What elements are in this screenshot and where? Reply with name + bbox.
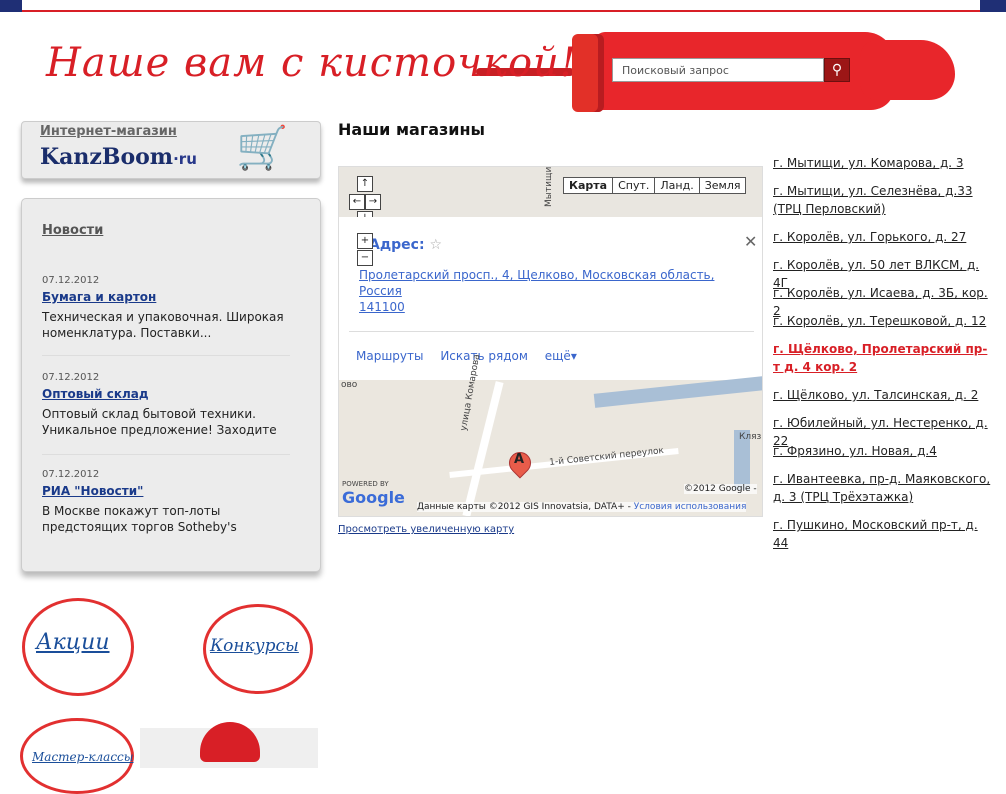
news-date: 07.12.2012: [42, 372, 100, 383]
street-sovetsky-label: 1-й Советский переулок: [548, 446, 665, 468]
news-text: В Москве покажут топ-лоты предстоящих то…: [42, 504, 237, 534]
news-date: 07.12.2012: [42, 469, 100, 480]
river-shape: [593, 376, 762, 408]
map-type-map[interactable]: Карта: [563, 177, 614, 194]
zoom-in-icon[interactable]: +: [357, 233, 373, 249]
store-link[interactable]: г. Мытищи, ул. Селезнёва, д.33 (ТРЦ Перл…: [773, 182, 993, 218]
arrow-up-icon[interactable]: ↑: [357, 176, 373, 192]
info-address-text[interactable]: Пролетарский просп., 4, Щелково, Московс…: [359, 267, 714, 315]
news-text: Техническая и упаковочная. Широкая номен…: [42, 310, 284, 340]
promo-konkursy-link[interactable]: Конкурсы: [210, 636, 299, 656]
map-type-terrain[interactable]: Ланд.: [654, 177, 700, 194]
routes-link[interactable]: Маршруты: [356, 349, 424, 363]
news-date: 07.12.2012: [42, 275, 100, 286]
map-info-window: Адрес: ☆ ✕ Пролетарский просп., 4, Щелко…: [339, 217, 762, 380]
map-marker-label: A: [514, 452, 525, 467]
promo-master-link[interactable]: Мастер-классы: [32, 750, 134, 764]
promo-akcii-link[interactable]: Акции: [36, 630, 110, 655]
map-type-satellite[interactable]: Спут.: [612, 177, 656, 194]
store-link[interactable]: г. Мытищи, ул. Комарова, д. 3: [773, 154, 993, 172]
news-text: Оптовый склад бытовой техники. Уникально…: [42, 407, 277, 437]
street-ovo-label: ово: [341, 380, 358, 390]
page-title: Наши магазины: [338, 120, 486, 139]
news-divider: [42, 355, 290, 356]
google-logo[interactable]: Google: [342, 488, 405, 507]
map-street-label: Мытищинский: [544, 166, 554, 207]
red-hand-decoration: [860, 40, 955, 100]
news-title-link[interactable]: РИА "Новости": [42, 484, 300, 498]
view-larger-map-link[interactable]: Просмотреть увеличенную карту: [338, 524, 514, 535]
store-link[interactable]: г. Пушкино, Московский пр-т, д. 44: [773, 516, 993, 552]
map-copyright: ©2012 Google -: [684, 484, 757, 494]
google-map[interactable]: Мытищинский ↑ ← → ↓ Карта Спут. Ланд. Зе…: [338, 166, 763, 517]
powered-by-label: POWERED BY: [342, 480, 389, 488]
kanzboom-logo: KanzBoom·ru: [40, 144, 197, 170]
info-address-heading: Адрес: ☆: [369, 237, 442, 253]
news-item: 07.12.2012 Оптовый склад Оптовый склад б…: [42, 372, 300, 438]
top-banner-bar: [0, 0, 1006, 12]
street-klyazma-label: Клязьма: [739, 432, 762, 442]
news-item: 07.12.2012 РИА "Новости" В Москве покажу…: [42, 469, 300, 535]
more-link[interactable]: ещё▾: [545, 349, 577, 363]
news-heading[interactable]: Новости: [42, 223, 103, 238]
news-title-link[interactable]: Бумага и картон: [42, 290, 300, 304]
news-panel: Новости 07.12.2012 Бумага и картон Техни…: [21, 198, 321, 572]
site-slogan: Наше вам с кисточкой!: [46, 40, 577, 86]
close-icon[interactable]: ✕: [744, 232, 757, 251]
info-divider: [349, 331, 754, 332]
news-divider: [42, 454, 290, 455]
online-shop-banner[interactable]: Интернет-магазин KanzBoom·ru 🛒: [21, 121, 321, 179]
address-line[interactable]: Пролетарский просп., 4, Щелково, Московс…: [359, 267, 714, 283]
terms-link[interactable]: Условия использования: [634, 502, 747, 512]
news-item: 07.12.2012 Бумага и картон Техническая и…: [42, 275, 300, 341]
store-link[interactable]: г. Ивантеевка, пр-д. Маяковского, д. 3 (…: [773, 470, 993, 506]
star-icon[interactable]: ☆: [429, 237, 442, 253]
arrow-left-icon[interactable]: ←: [349, 194, 365, 210]
search-icon: ⚲: [831, 62, 843, 78]
address-postcode[interactable]: 141100: [359, 299, 714, 315]
map-type-earth[interactable]: Земля: [698, 177, 747, 194]
search-nearby-link[interactable]: Искать рядом: [440, 349, 528, 363]
search-button[interactable]: ⚲: [824, 58, 850, 82]
cart-icon: 🛒: [236, 123, 289, 172]
store-link[interactable]: г. Щёлково, ул. Талсинская, д. 2: [773, 386, 993, 404]
news-title-link[interactable]: Оптовый склад: [42, 387, 300, 401]
search-input[interactable]: Поисковый запрос: [612, 58, 824, 82]
store-link[interactable]: г. Королёв, ул. Терешковой, д. 12: [773, 312, 993, 330]
map-tiles[interactable]: улица Комарова 1-й Советский переулок Кл…: [339, 354, 762, 516]
address-country[interactable]: Россия: [359, 283, 714, 299]
map-attribution: Данные карты ©2012 GIS Innovatsia, DATA+…: [417, 502, 747, 512]
store-link[interactable]: г. Королёв, ул. Горького, д. 27: [773, 228, 993, 246]
arrow-right-icon[interactable]: →: [365, 194, 381, 210]
store-link[interactable]: г. Фрязино, ул. Новая, д.4: [773, 442, 993, 460]
store-link-active[interactable]: г. Щёлково, Пролетарский пр-т д. 4 кор. …: [773, 340, 993, 376]
zoom-out-icon[interactable]: −: [357, 250, 373, 266]
online-shop-title: Интернет-магазин: [40, 124, 177, 139]
top-banner-inner: [22, 0, 980, 12]
map-type-selector: Карта Спут. Ланд. Земля: [563, 177, 747, 194]
